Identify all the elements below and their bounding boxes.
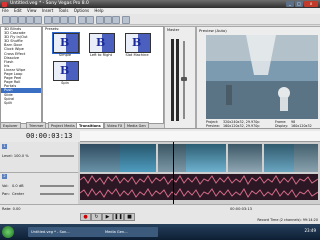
timecode-display: 00:00:03:13 bbox=[26, 132, 73, 140]
video-clip[interactable] bbox=[294, 144, 318, 172]
preset-thumbnail[interactable]: B bbox=[125, 33, 151, 53]
selection-tool-icon[interactable] bbox=[112, 16, 120, 24]
cut-icon[interactable] bbox=[44, 16, 52, 24]
video-clip[interactable] bbox=[80, 144, 120, 172]
normal-edit-tool-icon[interactable] bbox=[96, 16, 104, 24]
pan-value: Center bbox=[12, 192, 25, 196]
maximize-button[interactable]: □ bbox=[295, 1, 303, 7]
master-bus: Master bbox=[164, 26, 196, 130]
track-list: 1 Level: 100.0 % 2 Vol: 0.0 dB Pan: Cent… bbox=[0, 142, 79, 205]
system-clock: 23:49 bbox=[304, 228, 316, 233]
properties-icon[interactable] bbox=[34, 16, 42, 24]
timeline-header: 00:00:03:13 bbox=[0, 128, 320, 143]
preset-thumbnail[interactable]: B bbox=[53, 61, 79, 81]
presets-panel: Presets: B Simple B Left to Right B Slot… bbox=[42, 26, 164, 124]
transitions-list[interactable]: 3D Blinds 3D Cascade 3D Fly In/Out 3D Sh… bbox=[0, 26, 42, 124]
audio-waveform bbox=[80, 174, 318, 200]
title-bar: Untitled.veg * - Sony Vegas Pro 8.0 _ □ … bbox=[0, 0, 320, 8]
preview-image bbox=[206, 35, 318, 119]
close-button[interactable]: x bbox=[304, 1, 318, 7]
video-clip[interactable] bbox=[186, 144, 226, 172]
transport-bar: Rate: 0.00 ● ↻ ▶ ❚❚ ■ 00:00:03:13 Record… bbox=[0, 204, 320, 225]
main-toolbar bbox=[0, 14, 320, 25]
stop-button[interactable]: ■ bbox=[124, 213, 135, 221]
vol-value: 0.0 dB bbox=[12, 184, 24, 188]
level-label: Level: 100.0 % bbox=[2, 154, 29, 158]
preset-label: Simple bbox=[58, 53, 72, 57]
audio-clip[interactable] bbox=[80, 174, 318, 200]
preset-thumbnail[interactable]: B bbox=[89, 33, 115, 53]
preview-header: Preview (Auto) bbox=[199, 28, 227, 33]
master-label: Master bbox=[167, 28, 180, 32]
level-slider[interactable] bbox=[40, 155, 74, 157]
copy-icon[interactable] bbox=[52, 16, 60, 24]
pan-slider[interactable] bbox=[40, 193, 74, 195]
volume-slider[interactable] bbox=[40, 185, 74, 187]
preset-thumbnail[interactable]: B bbox=[52, 32, 80, 54]
video-clip[interactable] bbox=[120, 144, 156, 172]
new-project-icon[interactable] bbox=[2, 16, 10, 24]
end-time: 00:00:03:13 bbox=[230, 207, 252, 211]
redo-icon[interactable] bbox=[86, 16, 94, 24]
audio-track-header[interactable]: 2 Vol: 0.0 dB Pan: Center bbox=[0, 172, 78, 205]
timeline-tracks bbox=[78, 142, 320, 204]
vol-label: Vol: bbox=[2, 184, 9, 188]
taskbar-item[interactable]: Media Gen... bbox=[102, 227, 158, 237]
minimize-button[interactable]: _ bbox=[286, 1, 294, 7]
preset-label: Left to Right bbox=[89, 53, 113, 57]
render-icon[interactable] bbox=[26, 16, 34, 24]
left-meter bbox=[171, 39, 174, 121]
paste-icon[interactable] bbox=[60, 16, 68, 24]
help-icon[interactable] bbox=[122, 16, 130, 24]
preset-label: Slot Machine bbox=[125, 53, 149, 57]
video-clip[interactable] bbox=[158, 144, 186, 172]
save-icon[interactable] bbox=[18, 16, 26, 24]
rate-label: Rate: 0.00 bbox=[2, 207, 21, 211]
play-button[interactable]: ▶ bbox=[102, 213, 113, 221]
loop-button[interactable]: ↻ bbox=[91, 213, 102, 221]
pause-button[interactable]: ❚❚ bbox=[113, 213, 124, 221]
start-button[interactable] bbox=[2, 226, 14, 238]
vegas-app-icon bbox=[2, 1, 7, 7]
windows-taskbar: Untitled.veg * - Son... Media Gen... 23:… bbox=[0, 224, 320, 240]
preset-label: Spin bbox=[61, 81, 69, 85]
presets-header: Presets: bbox=[45, 27, 60, 31]
pan-label: Pan: bbox=[2, 192, 10, 196]
open-icon[interactable] bbox=[10, 16, 18, 24]
list-item[interactable]: Split bbox=[1, 101, 41, 105]
video-preview-window: Preview (Auto) Project: 320x240x32, 29.9… bbox=[196, 26, 320, 130]
video-clip[interactable] bbox=[264, 144, 294, 172]
preview-video-frame bbox=[206, 35, 318, 119]
track-number: 2 bbox=[2, 174, 7, 179]
window-title: Untitled.veg * - Sony Vegas Pro 8.0 bbox=[10, 1, 89, 6]
right-meter bbox=[176, 39, 179, 121]
delete-icon[interactable] bbox=[68, 16, 76, 24]
master-fader[interactable] bbox=[181, 77, 187, 81]
timeline-ruler[interactable] bbox=[80, 131, 320, 142]
envelope-tool-icon[interactable] bbox=[104, 16, 112, 24]
playhead-cursor[interactable] bbox=[173, 142, 174, 204]
taskbar-item[interactable]: Untitled.veg * - Son... bbox=[28, 227, 104, 237]
video-track-header[interactable]: 1 Level: 100.0 % bbox=[0, 142, 78, 173]
video-clip[interactable] bbox=[228, 144, 262, 172]
undo-icon[interactable] bbox=[78, 16, 86, 24]
track-number: 1 bbox=[2, 144, 7, 149]
record-time-status: Record Time (2 channels): 99:14:20 bbox=[257, 218, 318, 222]
record-button[interactable]: ● bbox=[80, 213, 91, 221]
